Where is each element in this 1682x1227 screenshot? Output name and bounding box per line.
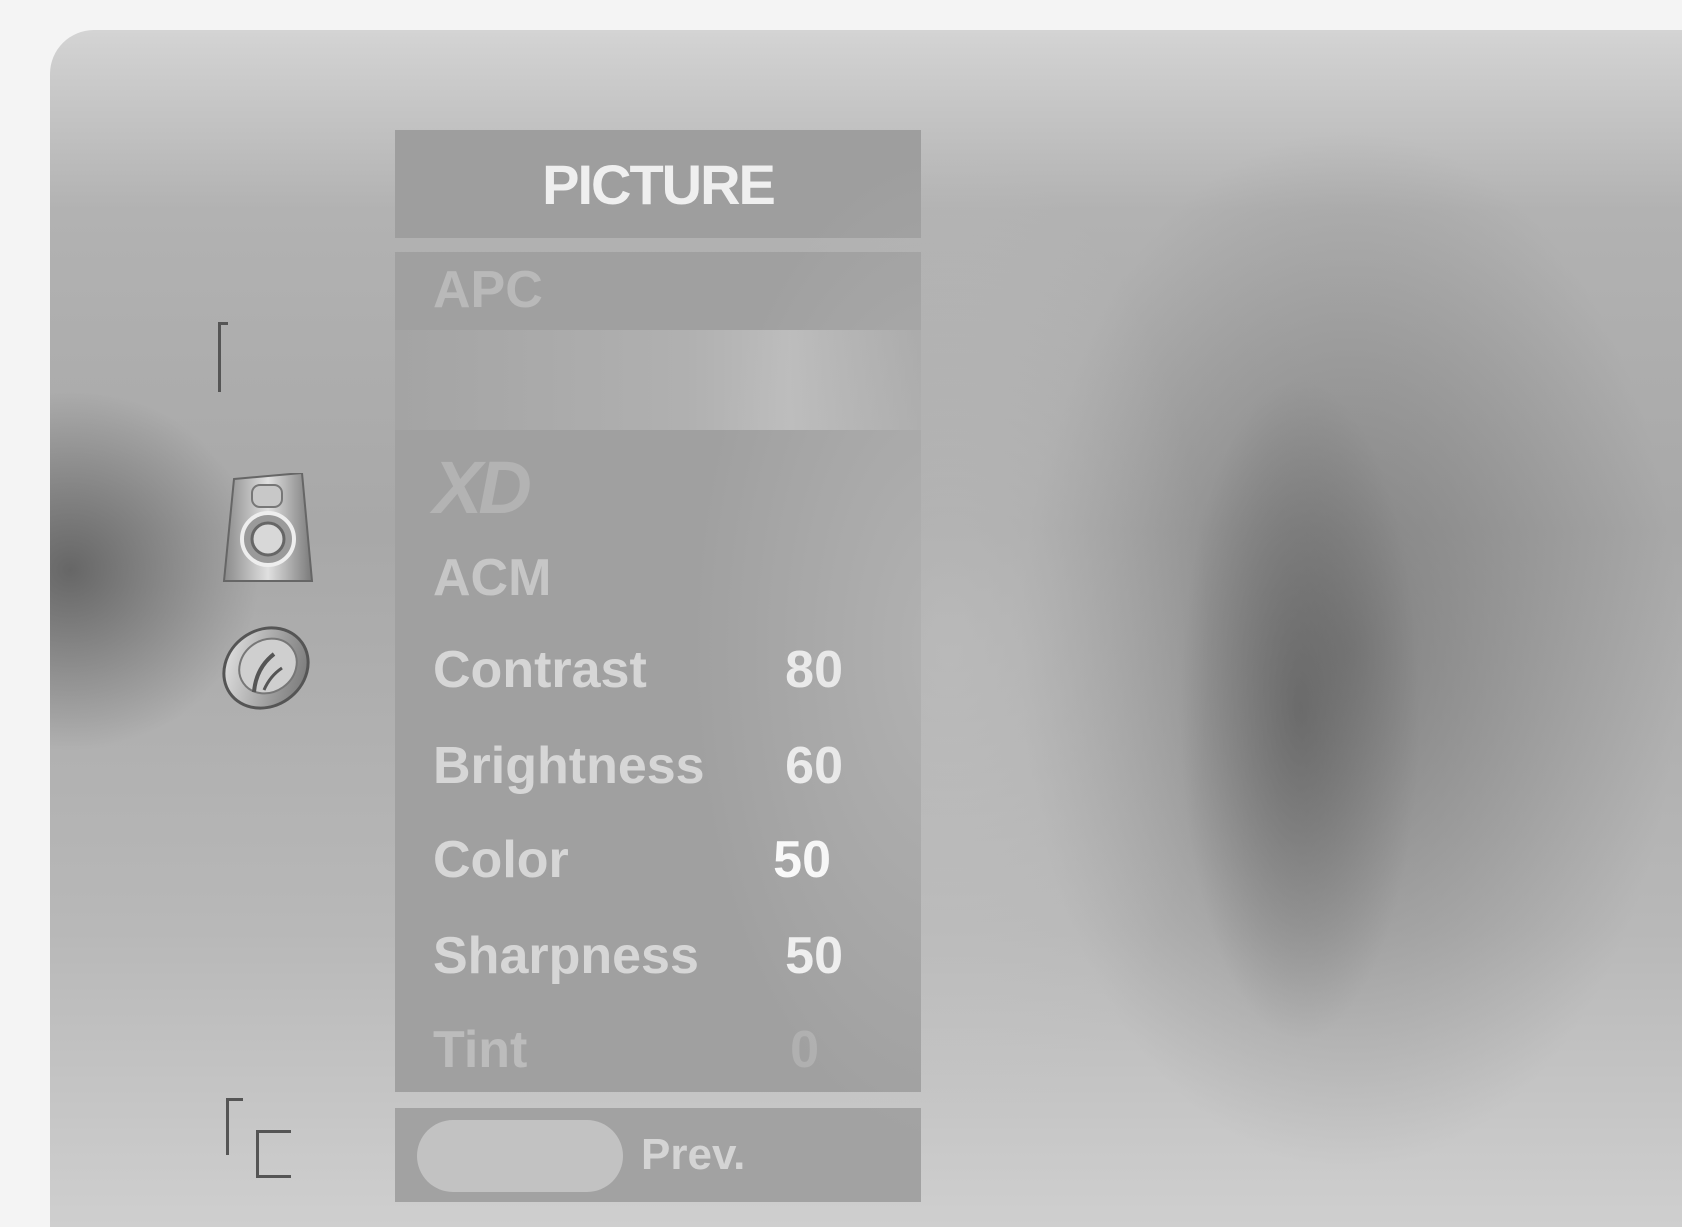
speaker-icon[interactable] bbox=[222, 473, 316, 585]
menu-item-label: Brightness bbox=[433, 737, 705, 795]
menu-item-apc[interactable]: APC bbox=[395, 252, 921, 328]
menu-list: APC XD ACM Contrast 80 Brightness 60 Col… bbox=[395, 252, 921, 1092]
menu-item-value: 0 bbox=[790, 1021, 819, 1079]
menu-footer: Prev. bbox=[395, 1108, 921, 1202]
menu-item-label: APC bbox=[433, 261, 543, 319]
menu-item-selected[interactable] bbox=[395, 330, 921, 430]
menu-item-brightness[interactable]: Brightness 60 bbox=[395, 726, 921, 806]
xd-logo: XD bbox=[433, 445, 532, 529]
menu-item-value: 60 bbox=[785, 737, 843, 795]
menu-item-label: ACM bbox=[433, 549, 552, 607]
menu-item-label: Sharpness bbox=[433, 927, 699, 985]
menu-item-xd[interactable]: XD bbox=[395, 442, 921, 532]
tv-screen: PICTURE APC XD ACM Contrast 80 Brightnes… bbox=[50, 30, 1682, 1227]
menu-item-acm[interactable]: ACM bbox=[395, 538, 921, 618]
picture-menu: PICTURE APC XD ACM Contrast 80 Brightnes… bbox=[395, 130, 921, 1202]
menu-item-value: 50 bbox=[785, 927, 843, 985]
menu-item-label: Tint bbox=[433, 1021, 528, 1079]
clock-icon[interactable] bbox=[212, 620, 320, 716]
menu-item-value: 80 bbox=[785, 641, 843, 699]
menu-item-color[interactable]: Color 50 bbox=[395, 820, 921, 900]
menu-item-label: Color bbox=[433, 831, 569, 889]
menu-item-tint[interactable]: Tint 0 bbox=[395, 1010, 921, 1090]
menu-item-value: 50 bbox=[773, 831, 831, 889]
menu-title: PICTURE bbox=[395, 130, 921, 238]
pip-icon[interactable] bbox=[226, 1098, 292, 1178]
menu-item-contrast[interactable]: Contrast 80 bbox=[395, 630, 921, 710]
prev-button[interactable] bbox=[417, 1120, 623, 1192]
prev-label: Prev. bbox=[641, 1130, 746, 1179]
station-menu-icon[interactable] bbox=[218, 322, 228, 392]
menu-item-label: Contrast bbox=[433, 641, 647, 699]
menu-item-sharpness[interactable]: Sharpness 50 bbox=[395, 916, 921, 996]
